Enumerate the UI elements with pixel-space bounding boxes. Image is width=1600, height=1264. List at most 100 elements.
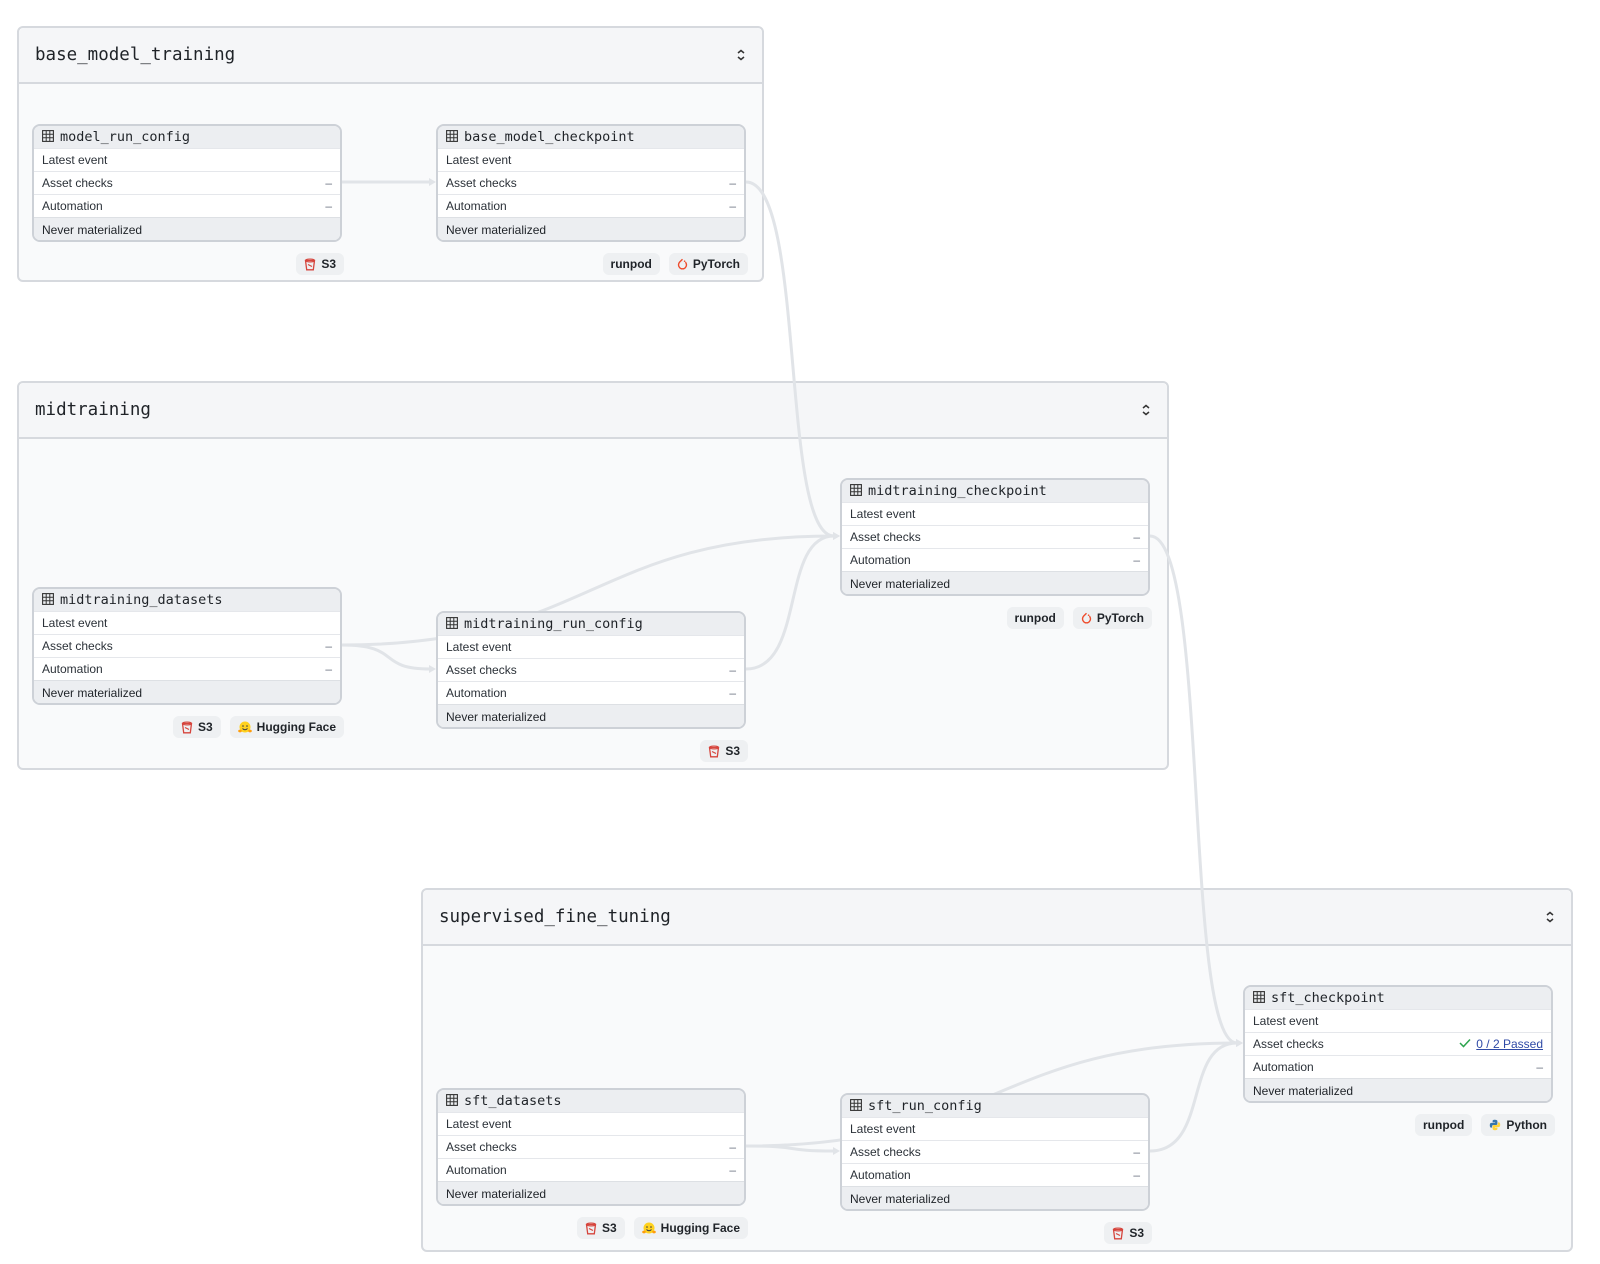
tag-s3[interactable]: S3: [296, 253, 344, 275]
materialization-status: Never materialized: [842, 1186, 1148, 1209]
materialization-status: Never materialized: [438, 1181, 744, 1204]
table-icon: [850, 483, 862, 499]
row-label: Asset checks: [446, 663, 517, 677]
automation-row[interactable]: Automation –: [842, 1163, 1148, 1186]
tag-runpod[interactable]: runpod: [1006, 607, 1064, 629]
tag-hugging-face[interactable]: Hugging Face: [633, 1217, 748, 1239]
row-label: Automation: [42, 199, 103, 213]
automation-value: –: [1536, 1060, 1543, 1074]
asset-name: midtraining_checkpoint: [868, 483, 1047, 499]
tag-runpod[interactable]: runpod: [602, 253, 660, 275]
automation-value: –: [729, 199, 736, 213]
tag-pytorch[interactable]: PyTorch: [1072, 607, 1152, 629]
tag-label: runpod: [1014, 611, 1056, 625]
s3-bucket-icon: [585, 1222, 597, 1235]
row-label: Automation: [446, 1163, 507, 1177]
group-header[interactable]: supervised_fine_tuning: [423, 890, 1571, 946]
asset-checks-value: –: [1133, 1145, 1140, 1159]
asset-checks-row[interactable]: Asset checks –: [438, 658, 744, 681]
tag-s3[interactable]: S3: [1104, 1222, 1152, 1244]
asset-checks-value: –: [325, 176, 332, 190]
asset-node-header[interactable]: sft_datasets: [438, 1090, 744, 1112]
tag-label: S3: [321, 257, 336, 271]
tag-runpod[interactable]: runpod: [1415, 1114, 1473, 1136]
asset-checks-row[interactable]: Asset checks –: [34, 634, 340, 657]
automation-row[interactable]: Automation –: [438, 681, 744, 704]
collapse-icon[interactable]: [1139, 403, 1153, 417]
asset-node-header[interactable]: base_model_checkpoint: [438, 126, 744, 148]
asset-node-midtraining-datasets[interactable]: midtraining_datasets Latest event Asset …: [32, 587, 342, 705]
asset-node-header[interactable]: midtraining_datasets: [34, 589, 340, 611]
tag-s3[interactable]: S3: [576, 1217, 625, 1239]
automation-value: –: [1133, 1168, 1140, 1182]
tag-python[interactable]: Python: [1481, 1114, 1555, 1136]
tags-base-model-checkpoint: runpod PyTorch: [602, 253, 748, 275]
asset-checks-row[interactable]: Asset checks –: [842, 525, 1148, 548]
asset-node-sft-checkpoint[interactable]: sft_checkpoint Latest event Asset checks…: [1243, 985, 1553, 1103]
row-label: Automation: [446, 199, 507, 213]
asset-node-sft-run-config[interactable]: sft_run_config Latest event Asset checks…: [840, 1093, 1150, 1211]
automation-row[interactable]: Automation –: [842, 548, 1148, 571]
asset-checks-row[interactable]: Asset checks –: [842, 1140, 1148, 1163]
latest-event-row: Latest event: [438, 635, 744, 658]
automation-row[interactable]: Automation –: [438, 194, 744, 217]
row-label: Latest event: [850, 1122, 916, 1136]
automation-row[interactable]: Automation –: [438, 1158, 744, 1181]
group-header[interactable]: midtraining: [19, 383, 1167, 439]
asset-node-base-model-checkpoint[interactable]: base_model_checkpoint Latest event Asset…: [436, 124, 746, 242]
asset-node-header[interactable]: midtraining_checkpoint: [842, 480, 1148, 502]
table-icon: [446, 129, 458, 145]
asset-node-header[interactable]: model_run_config: [34, 126, 340, 148]
row-label: Latest event: [446, 640, 512, 654]
collapse-icon[interactable]: [734, 48, 748, 62]
table-icon: [1253, 990, 1265, 1006]
automation-row[interactable]: Automation –: [34, 194, 340, 217]
latest-event-row: Latest event: [842, 1117, 1148, 1140]
asset-name: sft_datasets: [464, 1093, 562, 1109]
asset-node-header[interactable]: midtraining_run_config: [438, 613, 744, 635]
asset-name: base_model_checkpoint: [464, 129, 635, 145]
asset-name: model_run_config: [60, 129, 191, 145]
tag-s3[interactable]: S3: [700, 740, 748, 762]
asset-checks-row[interactable]: Asset checks –: [34, 171, 340, 194]
tag-label: Python: [1506, 1118, 1547, 1132]
asset-name: midtraining_run_config: [464, 616, 643, 632]
asset-node-sft-datasets[interactable]: sft_datasets Latest event Asset checks – …: [436, 1088, 746, 1206]
materialization-status: Never materialized: [34, 680, 340, 703]
asset-node-midtraining-checkpoint[interactable]: midtraining_checkpoint Latest event Asse…: [840, 478, 1150, 596]
asset-node-midtraining-run-config[interactable]: midtraining_run_config Latest event Asse…: [436, 611, 746, 729]
asset-checks-row[interactable]: Asset checks 0 / 2 Passed: [1245, 1032, 1551, 1055]
status-text: Never materialized: [42, 686, 143, 700]
row-label: Asset checks: [42, 639, 113, 653]
asset-node-model-run-config[interactable]: model_run_config Latest event Asset chec…: [32, 124, 342, 242]
check-icon: [1459, 1037, 1471, 1051]
asset-name: sft_checkpoint: [1271, 990, 1385, 1006]
s3-bucket-icon: [304, 258, 316, 271]
tags-sft-datasets: S3 Hugging Face: [576, 1217, 748, 1239]
tag-s3[interactable]: S3: [172, 716, 221, 738]
asset-checks-row[interactable]: Asset checks –: [438, 1135, 744, 1158]
automation-row[interactable]: Automation –: [34, 657, 340, 680]
tags-midtraining-run-config: S3: [700, 740, 748, 762]
tags-midtraining-checkpoint: runpod PyTorch: [1006, 607, 1152, 629]
tag-label: PyTorch: [1096, 611, 1144, 625]
collapse-icon[interactable]: [1543, 910, 1557, 924]
automation-row[interactable]: Automation –: [1245, 1055, 1551, 1078]
asset-node-header[interactable]: sft_checkpoint: [1245, 987, 1551, 1009]
tag-hugging-face[interactable]: Hugging Face: [229, 716, 344, 738]
asset-checks-value: –: [325, 639, 332, 653]
asset-checks-value: –: [729, 663, 736, 677]
tag-pytorch[interactable]: PyTorch: [668, 253, 748, 275]
materialization-status: Never materialized: [438, 704, 744, 727]
table-icon: [42, 592, 54, 608]
group-header[interactable]: base_model_training: [19, 28, 762, 84]
asset-node-header[interactable]: sft_run_config: [842, 1095, 1148, 1117]
row-label: Asset checks: [850, 530, 921, 544]
asset-checks-row[interactable]: Asset checks –: [438, 171, 744, 194]
tag-label: PyTorch: [692, 257, 740, 271]
asset-checks-link[interactable]: 0 / 2 Passed: [1476, 1037, 1543, 1051]
row-label: Latest event: [42, 616, 108, 630]
s3-bucket-icon: [1112, 1227, 1124, 1240]
tag-label: runpod: [610, 257, 652, 271]
materialization-status: Never materialized: [842, 571, 1148, 594]
